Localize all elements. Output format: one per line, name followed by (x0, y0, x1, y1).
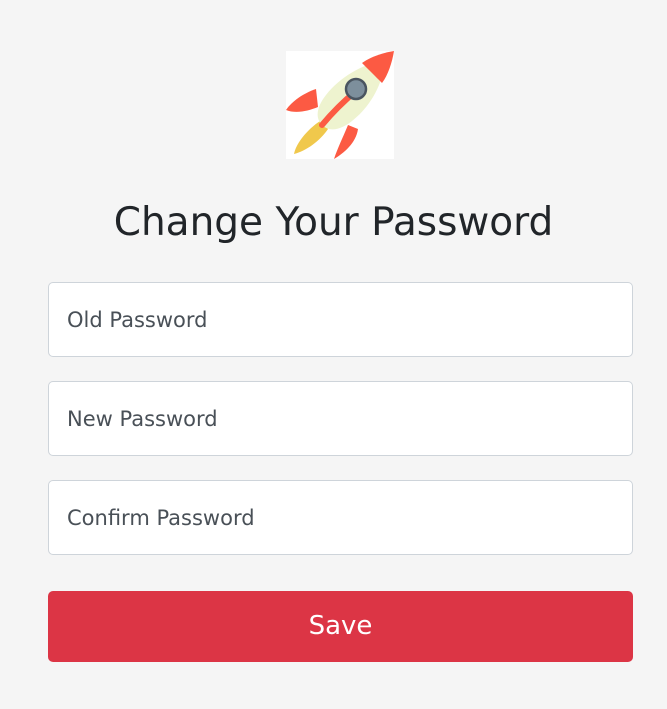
new-password-field[interactable] (48, 381, 633, 456)
logo (286, 51, 394, 159)
save-button[interactable]: Save (48, 591, 633, 662)
confirm-password-field[interactable] (48, 480, 633, 555)
rocket-right-fin (334, 125, 358, 159)
old-password-field[interactable] (48, 282, 633, 357)
page-title: Change Your Password (113, 200, 554, 245)
rocket-icon (286, 51, 394, 159)
rocket-left-fin (286, 89, 318, 112)
rocket-window (344, 77, 368, 101)
